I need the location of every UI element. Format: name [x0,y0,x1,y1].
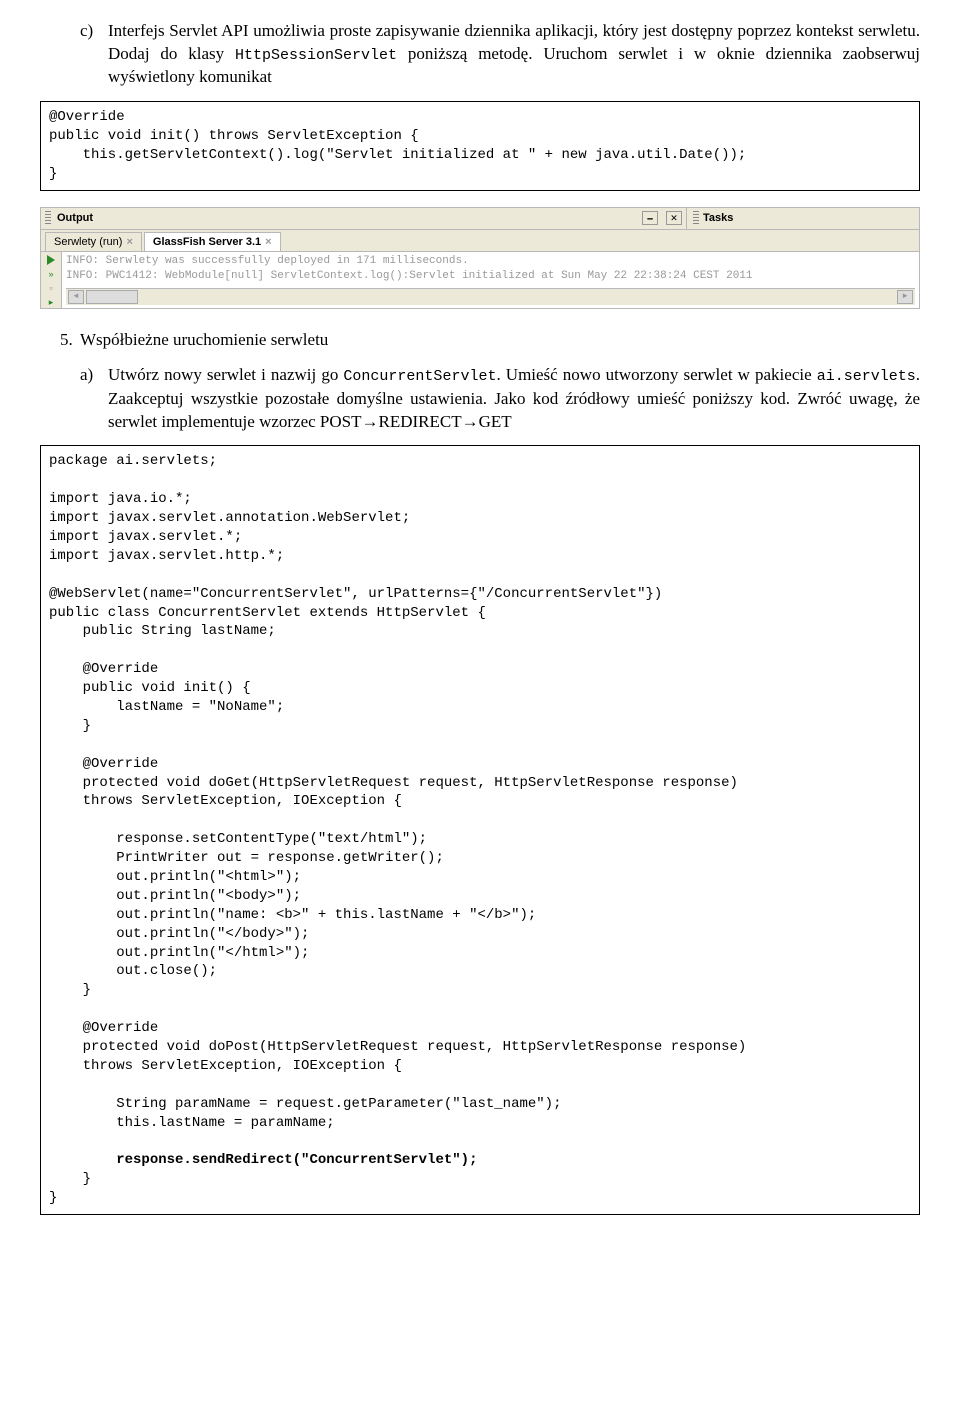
close-icon[interactable]: × [126,235,132,250]
ide-tabs: Serwlety (run) × GlassFish Server 3.1 × [41,230,919,253]
code-concurrent-post: } } [49,1171,91,1206]
log-line-1: INFO: Serwlety was successfully deployed… [66,254,915,269]
tab-glassfish[interactable]: GlassFish Server 3.1 × [144,232,281,252]
log-line-2: INFO: PWC1412: WebModule[null] ServletCo… [66,269,915,284]
section-a-letter: a) [80,364,108,387]
code-box-init: @Override public void init() throws Serv… [40,101,920,191]
section-5-title: Współbieżne uruchomienie serwletu [80,330,328,349]
section-5-number: 5. [60,329,80,352]
section-5-heading: 5.Współbieżne uruchomienie serwletu [40,329,920,352]
section-c-letter: c) [80,20,108,43]
ide-header: Output 🗕 ✕ Tasks [41,208,919,230]
code-concurrent-pre: package ai.servlets; import java.io.*; i… [49,453,746,1168]
code-box-concurrent: package ai.servlets; import java.io.*; i… [40,445,920,1215]
section-a-text-1: Utwórz nowy serwlet i nazwij go [108,365,343,384]
section-a-code-inline-2: ai.servlets [817,368,916,385]
close-button[interactable]: ✕ [666,211,682,225]
gutter-icon[interactable]: ▸ [45,296,57,308]
scroll-left-icon[interactable]: ◄ [68,290,84,304]
scroll-right-icon[interactable]: ► [897,290,913,304]
drag-handle-icon [693,211,699,225]
scroll-thumb[interactable] [86,290,138,304]
section-a-paragraph: a)Utwórz nowy serwlet i nazwij go Concur… [40,364,920,433]
tab-label: Serwlety (run) [54,235,122,250]
gutter-icon[interactable]: ▫ [45,282,57,294]
ide-output-panel: Output 🗕 ✕ Tasks Serwlety (run) × GlassF… [40,207,920,310]
section-a-code-inline-1: ConcurrentServlet [343,368,496,385]
minimize-button[interactable]: 🗕 [642,211,658,225]
tab-serwlety-run[interactable]: Serwlety (run) × [45,232,142,252]
ide-gutter: » ▫ ▸ [41,252,62,308]
close-icon[interactable]: × [265,235,271,250]
code-concurrent-bold: response.sendRedirect("ConcurrentServlet… [116,1152,477,1168]
gutter-icon[interactable]: » [45,268,57,280]
scrollbar[interactable]: ◄ ► [66,288,915,305]
section-c-paragraph: c)Interfejs Servlet API umożliwia proste… [40,20,920,89]
tab-label: GlassFish Server 3.1 [153,235,261,250]
output-label: Output [57,211,93,226]
section-c-code-inline: HttpSessionServlet [235,47,397,64]
section-a-text-2: . Umieść nowo utworzony serwlet w pakiec… [496,365,816,384]
ide-header-tasks: Tasks [686,208,919,229]
ide-header-output: Output 🗕 ✕ [41,208,686,229]
tasks-label: Tasks [703,211,733,226]
ide-console: INFO: Serwlety was successfully deployed… [62,252,919,308]
play-icon[interactable] [45,254,57,266]
ide-body: » ▫ ▸ INFO: Serwlety was successfully de… [41,252,919,308]
drag-handle-icon [45,211,51,225]
code-init-content: @Override public void init() throws Serv… [49,109,746,182]
